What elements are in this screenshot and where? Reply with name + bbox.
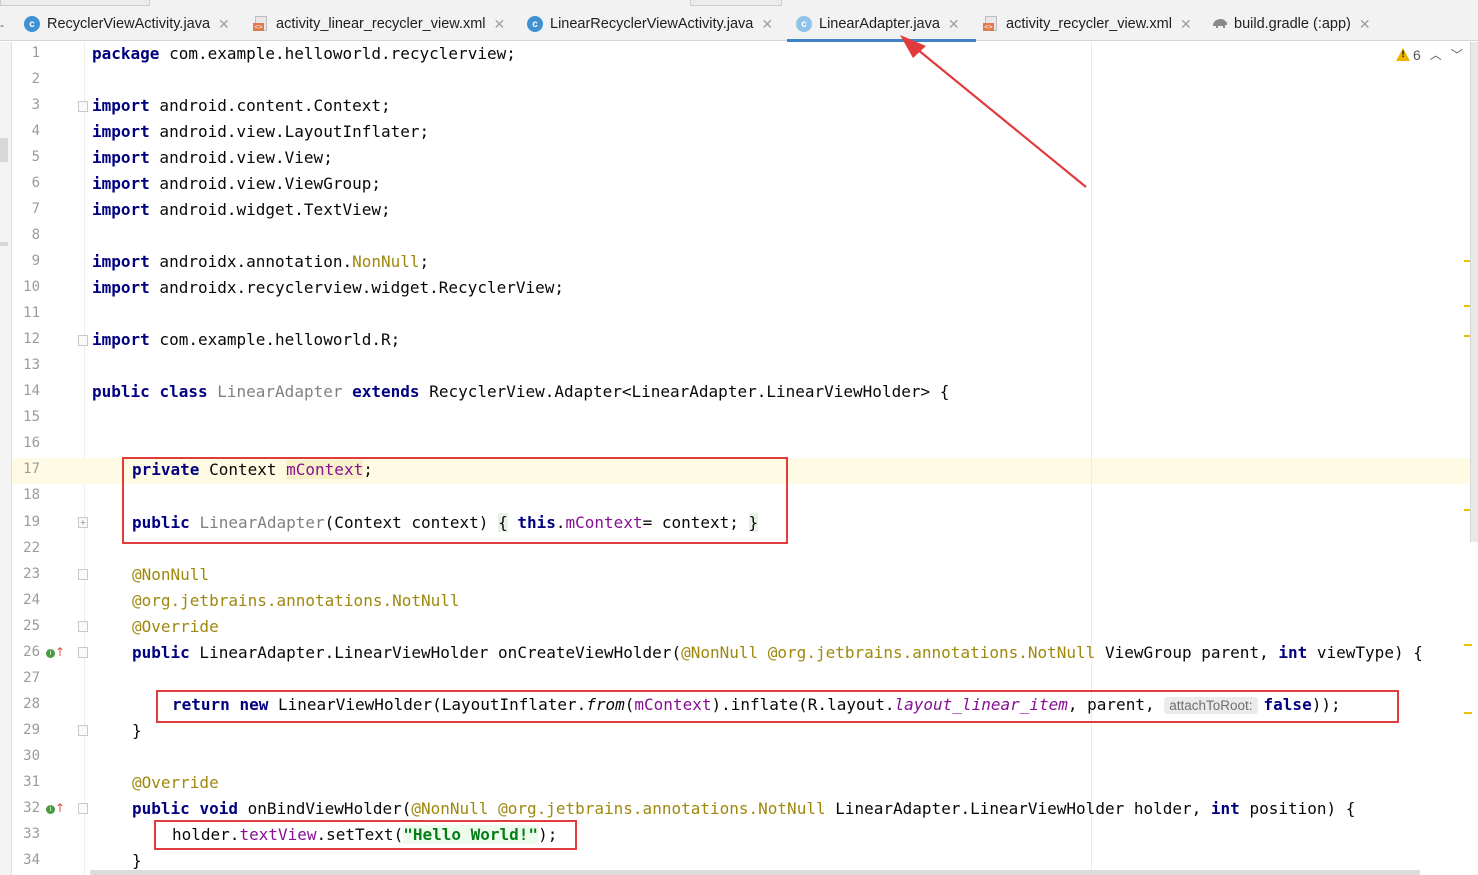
- inspection-widget[interactable]: ! 6 ︿ ﹀: [1396, 46, 1463, 63]
- horizontal-scrollbar[interactable]: [90, 870, 1420, 875]
- chevron-down-icon[interactable]: ﹀: [1451, 46, 1463, 63]
- annotation-arrow: [900, 35, 1087, 188]
- warning-stripe[interactable]: [1464, 644, 1472, 646]
- warning-icon: !: [1396, 48, 1410, 61]
- vertical-scrollbar[interactable]: [1470, 42, 1478, 542]
- warning-stripe[interactable]: [1464, 712, 1472, 714]
- chevron-up-icon[interactable]: ︿: [1430, 46, 1442, 63]
- warning-count: 6: [1413, 46, 1421, 63]
